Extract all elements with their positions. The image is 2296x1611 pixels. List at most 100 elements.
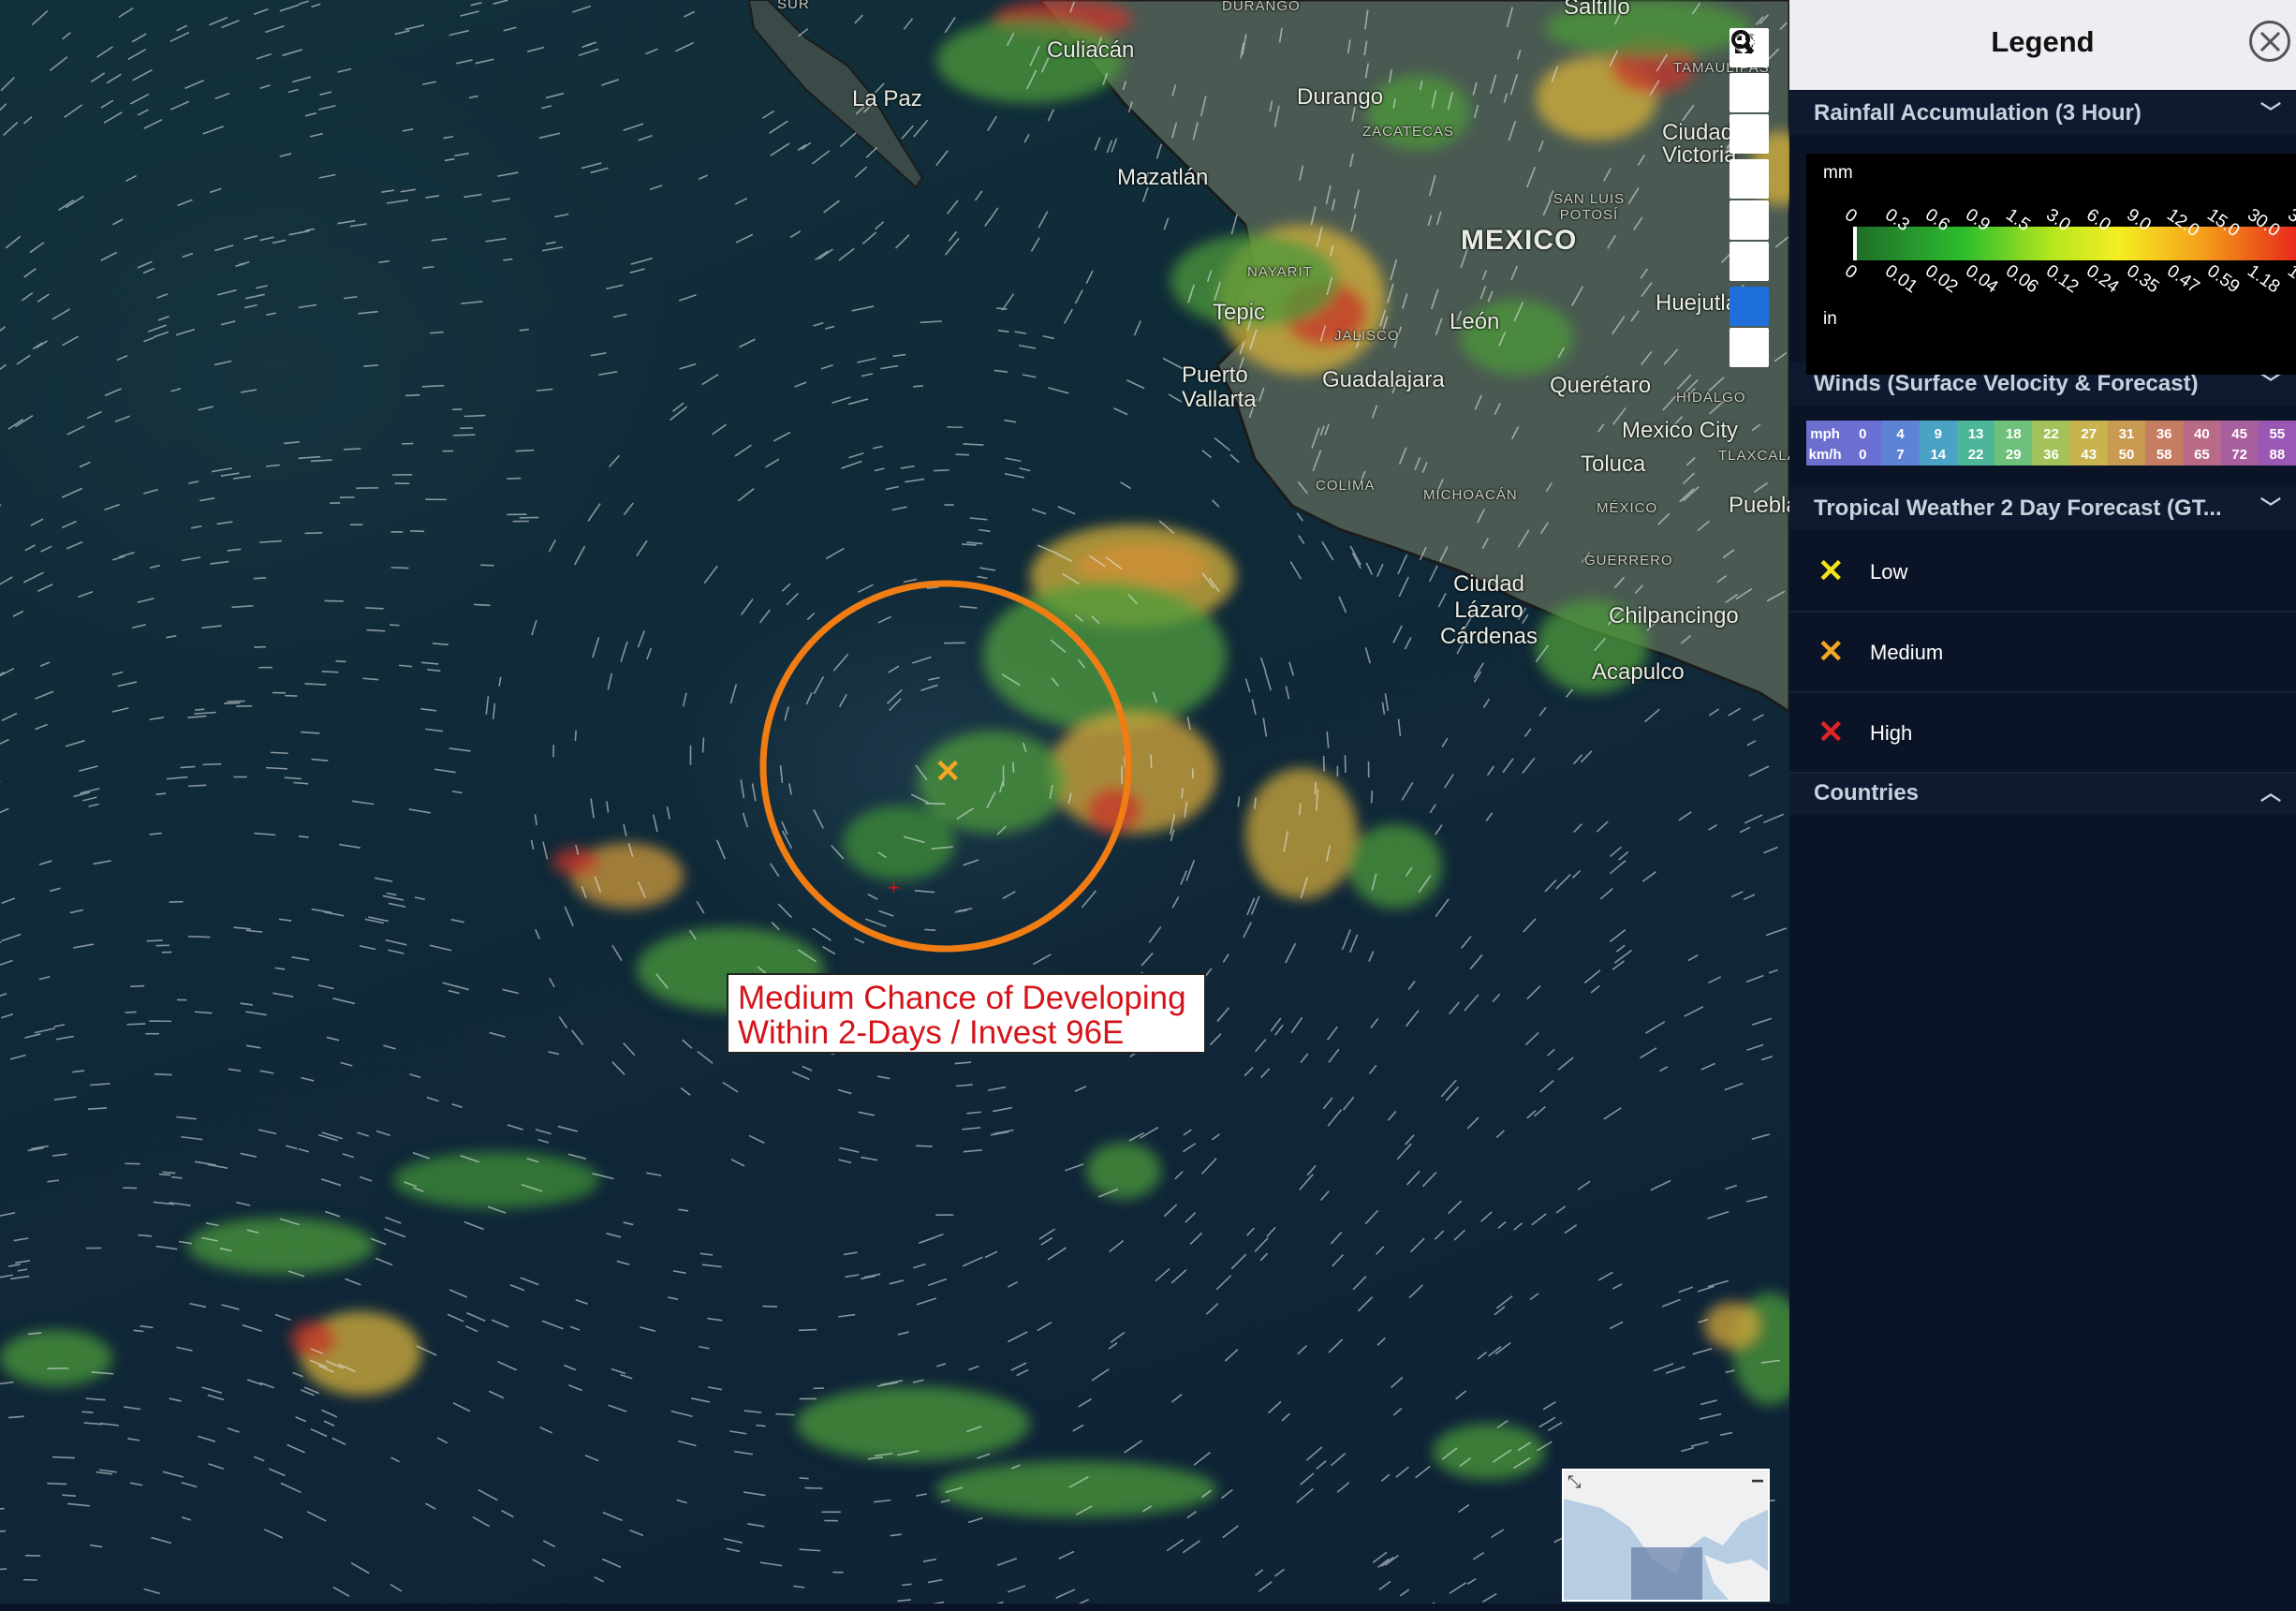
place-label: GUERRERO <box>1584 553 1673 569</box>
callout-line-1: Medium Chance of Developing <box>738 980 1186 1016</box>
tropical-legend-item: ✕ Medium <box>1789 611 2296 693</box>
place-label: Culiacán <box>1047 37 1135 63</box>
map-toolbar <box>1729 28 1771 369</box>
tropical-legend-label: Low <box>1870 560 1908 584</box>
chevron-down-icon: ﹀ <box>2259 496 2281 520</box>
rain-tick-label: 0.02 <box>1921 261 1961 297</box>
rotate-left-button[interactable] <box>1729 32 1769 240</box>
zoom-search-button[interactable] <box>1729 30 1769 367</box>
rain-tick-label: 0 <box>1841 261 1861 283</box>
place-label: Toluca <box>1581 451 1646 477</box>
rain-unit-mm: mm <box>1823 163 1853 183</box>
pan-button[interactable] <box>1729 30 1769 326</box>
rain-tick-label: 0.04 <box>1962 261 2002 298</box>
wind-speed-scale: mph km/h 0 4 9 13 18 22 27 31 36 40 45 55 0 7 14 22 29 36 43… <box>1806 421 2296 466</box>
place-label: León <box>1450 309 1500 334</box>
place-label: Huejutla <box>1656 290 1739 316</box>
place-label: Chilpancingo <box>1609 603 1739 628</box>
zoom-in-button[interactable] <box>1729 31 1769 112</box>
place-label: MEXICO <box>1461 225 1578 256</box>
rainfall-scale: mm 0 0.3 0.6 0.9 1.5 3.0 6.0 9.0 12.0 15.0 30.0 37 … <box>1806 154 2296 375</box>
wind-scale-label: 43 <box>2081 447 2097 463</box>
rain-tick-label: 0 <box>1841 205 1861 227</box>
wind-scale-label: 4 <box>1896 426 1905 442</box>
wind-scale-label: 36 <box>2043 447 2059 463</box>
x-marker-icon: ✕ <box>1818 634 1845 670</box>
chevron-up-icon: ︿ <box>2259 781 2281 805</box>
place-label: Mazatlán <box>1117 165 1209 190</box>
place-label: JALISCO <box>1334 328 1400 344</box>
tropical-legend-item: ✕ Low <box>1789 530 2296 613</box>
wind-scale-label: 72 <box>2231 447 2247 463</box>
tropical-legend-item: ✕ High <box>1789 691 2296 774</box>
wind-scale-label: 50 <box>2119 447 2135 463</box>
place-label: Acapulco <box>1592 659 1685 685</box>
rain-unit-in: in <box>1823 309 1837 329</box>
place-label: Puerto Vallarta <box>1182 362 1257 412</box>
wind-scale-label: 9 <box>1935 426 1942 442</box>
zoom-out-button[interactable] <box>1729 40 1769 154</box>
place-label: Durango <box>1297 84 1384 110</box>
place-label: La Paz <box>852 86 922 111</box>
legend-title: Legend <box>1991 25 2095 58</box>
close-legend-icon[interactable] <box>2249 21 2290 62</box>
wind-scale-label: 27 <box>2081 426 2097 442</box>
map-view[interactable]: ✕ + SUR Culiacán La Paz Durango ZACATECAS Maz… <box>0 0 1789 1604</box>
wind-scale-label: 45 <box>2231 426 2247 442</box>
rain-section-title: Rainfall Accumulation (3 Hour) <box>1814 100 2141 126</box>
wind-scale-label: 29 <box>2006 447 2022 463</box>
wind-scale-label: 55 <box>2270 426 2286 442</box>
rain-tick-label: 0.59 <box>2203 261 2243 297</box>
center-crosshair-icon: + <box>888 876 900 899</box>
wind-scale-label: 0 <box>1859 426 1866 442</box>
zoom-search-icon <box>1731 30 1755 54</box>
rain-tick-label: 0.35 <box>2123 261 2162 297</box>
place-label: NAYARIT <box>1247 264 1313 280</box>
rotate-right-button[interactable] <box>1729 32 1769 281</box>
rain-section-header[interactable]: Rainfall Accumulation (3 Hour) ﹀ <box>1789 92 2296 135</box>
rain-tick-label: 0.12 <box>2042 261 2082 297</box>
tropical-section-header[interactable]: Tropical Weather 2 Day Forecast (GT... ﹀ <box>1789 487 2296 530</box>
place-label: ZACATECAS <box>1362 124 1454 140</box>
place-label: SUR <box>777 0 810 12</box>
winds-section-title: Winds (Surface Velocity & Forecast) <box>1814 371 2199 396</box>
wind-scale-label: 65 <box>2194 447 2210 463</box>
tropical-legend-label: Medium <box>1870 641 1944 664</box>
tropical-section-title: Tropical Weather 2 Day Forecast (GT... <box>1814 495 2222 521</box>
legend-header: Legend <box>1789 0 2296 90</box>
home-button[interactable] <box>1729 31 1769 199</box>
wind-scale-label: 7 <box>1896 447 1904 463</box>
tropical-legend-label: High <box>1870 721 1913 745</box>
countries-section-header[interactable]: Countries ︿ <box>1789 772 2296 815</box>
rain-tick-label: 0.06 <box>2002 261 2041 297</box>
place-label: SAN LUIS POTOSÍ <box>1553 191 1626 223</box>
wind-scale-label: 22 <box>1968 447 1984 463</box>
wind-scale-label: km/h <box>1809 447 1842 463</box>
place-label: Ciudad Lázaro Cárdenas <box>1439 571 1538 649</box>
place-label: MÉXICO <box>1597 500 1658 516</box>
countries-section-title: Countries <box>1814 780 1920 806</box>
wind-scale-label: 88 <box>2270 447 2286 463</box>
medium-chance-marker-icon: ✕ <box>935 754 962 790</box>
place-label: TLAXCALA <box>1718 448 1789 464</box>
place-label: HIDALGO <box>1676 390 1746 406</box>
minimap-canvas <box>1564 1471 1768 1600</box>
wind-scale-label: 0 <box>1859 447 1866 463</box>
wind-scale-label: 58 <box>2156 447 2172 463</box>
rain-tick-label: 1.4 <box>2284 261 2296 292</box>
place-label: Saltillo <box>1564 0 1630 20</box>
invest-callout-box: Medium Chance of Developing Within 2-Day… <box>727 973 1206 1054</box>
rain-tick-label: 0.24 <box>2083 261 2123 298</box>
chevron-down-icon: ﹀ <box>2259 101 2281 125</box>
overview-minimap[interactable]: ⤡ − <box>1562 1469 1770 1602</box>
place-label: Tepic <box>1213 300 1266 325</box>
wind-scale-label: 14 <box>1930 447 1946 463</box>
minimap-minimize-icon[interactable]: − <box>1751 1471 1764 1495</box>
place-label: Puebla <box>1729 493 1789 518</box>
rain-tick-label: 0.47 <box>2163 261 2202 297</box>
wind-scale-graphic: mph km/h 0 4 9 13 18 22 27 31 36 40 45 55 0 7 14 22 29 36 43… <box>1806 421 2296 466</box>
rain-tick-label: 1.18 <box>2244 261 2283 297</box>
wind-scale-label: 36 <box>2156 426 2172 442</box>
place-label: DURANGO <box>1222 0 1301 14</box>
minimap-expand-icon[interactable]: ⤡ <box>1567 1472 1581 1492</box>
